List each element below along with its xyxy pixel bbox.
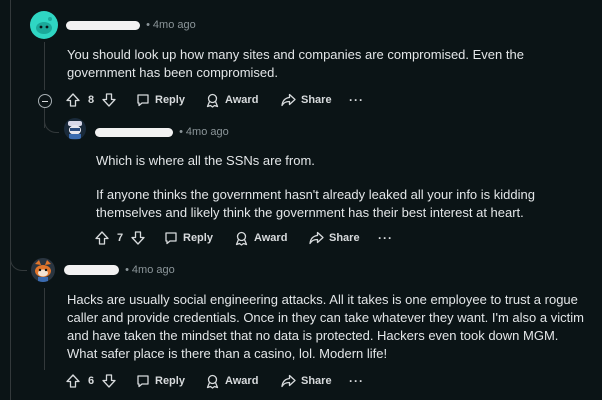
avatar[interactable]	[31, 258, 55, 282]
comment-meta: • 4mo ago	[64, 264, 175, 276]
comment-paragraph: Hacks are usually social engineering att…	[67, 292, 584, 361]
award-icon	[206, 93, 219, 108]
share-button[interactable]: Share	[281, 91, 332, 109]
comment-actions: 6 Reply Award Share ···	[66, 372, 366, 390]
share-button[interactable]: Share	[281, 372, 332, 390]
avatar[interactable]	[64, 118, 86, 140]
downvote-icon	[131, 231, 145, 245]
share-label: Share	[301, 375, 332, 387]
vote-count: 6	[88, 375, 95, 387]
snoo-avatar-icon	[68, 121, 82, 139]
comment-icon	[137, 375, 149, 388]
upvote-icon	[95, 231, 109, 245]
comment-actions: 7 Reply Award Share ···	[95, 229, 395, 247]
more-options-button[interactable]: ···	[349, 372, 364, 390]
reply-label: Reply	[155, 94, 185, 106]
comment-actions: 8 Reply Award Share ···	[66, 91, 366, 109]
vote-count: 7	[117, 232, 124, 244]
username-redacted[interactable]	[66, 20, 140, 30]
comment-paragraph: You should look up how many sites and co…	[67, 47, 524, 80]
thread-branch	[44, 118, 59, 133]
vote-count: 8	[88, 94, 95, 106]
upvote-button[interactable]	[66, 91, 80, 109]
award-button[interactable]: Award	[234, 229, 287, 247]
comment-time: 4mo ago	[185, 126, 229, 138]
collapse-icon[interactable]	[38, 94, 52, 108]
share-icon	[281, 374, 296, 388]
share-icon	[309, 231, 324, 245]
comment-body: Hacks are usually social engineering att…	[67, 291, 592, 371]
reply-button[interactable]: Reply	[164, 229, 213, 247]
award-button[interactable]: Award	[205, 372, 258, 390]
reply-button[interactable]: Reply	[136, 91, 185, 109]
award-label: Award	[254, 232, 288, 244]
comment-meta: • 4mo ago	[95, 126, 229, 138]
thread-line[interactable]	[44, 288, 45, 370]
comment-time: 4mo ago	[152, 19, 196, 31]
more-options-button[interactable]: ···	[378, 229, 393, 247]
downvote-icon	[102, 93, 116, 107]
username-redacted[interactable]	[95, 127, 173, 137]
award-label: Award	[225, 375, 259, 387]
award-label: Award	[225, 94, 259, 106]
snoo-avatar-icon	[36, 17, 52, 34]
reply-label: Reply	[183, 232, 213, 244]
share-button[interactable]: Share	[309, 229, 360, 247]
downvote-icon	[102, 374, 116, 388]
share-label: Share	[301, 94, 332, 106]
award-button[interactable]: Award	[205, 91, 258, 109]
downvote-button[interactable]	[102, 372, 116, 390]
award-icon	[235, 231, 248, 246]
comment-meta: • 4mo ago	[66, 19, 196, 31]
upvote-icon	[66, 93, 80, 107]
upvote-button[interactable]	[95, 229, 109, 247]
reply-button[interactable]: Reply	[136, 372, 185, 390]
username-redacted[interactable]	[64, 265, 119, 276]
comment-time: 4mo ago	[131, 264, 175, 276]
more-options-button[interactable]: ···	[349, 91, 364, 109]
thread-branch	[10, 256, 27, 271]
comment-icon	[137, 94, 149, 107]
thread-line[interactable]	[44, 42, 45, 90]
comment-icon	[165, 232, 177, 245]
downvote-button[interactable]	[102, 91, 116, 109]
snoo-avatar-icon	[35, 260, 51, 282]
comment-paragraph: Which is where all the SSNs are from.	[96, 153, 315, 168]
upvote-icon	[66, 374, 80, 388]
comment-body: Which is where all the SSNs are from. If…	[96, 152, 576, 230]
comment-paragraph: If anyone thinks the government hasn't a…	[96, 187, 535, 220]
thread-line[interactable]	[10, 0, 11, 400]
award-icon	[206, 374, 219, 389]
upvote-button[interactable]	[66, 372, 80, 390]
share-icon	[281, 93, 296, 107]
comment-body: You should look up how many sites and co…	[67, 46, 587, 90]
downvote-button[interactable]	[131, 229, 145, 247]
share-label: Share	[329, 232, 360, 244]
reply-label: Reply	[155, 375, 185, 387]
avatar[interactable]	[30, 11, 58, 39]
